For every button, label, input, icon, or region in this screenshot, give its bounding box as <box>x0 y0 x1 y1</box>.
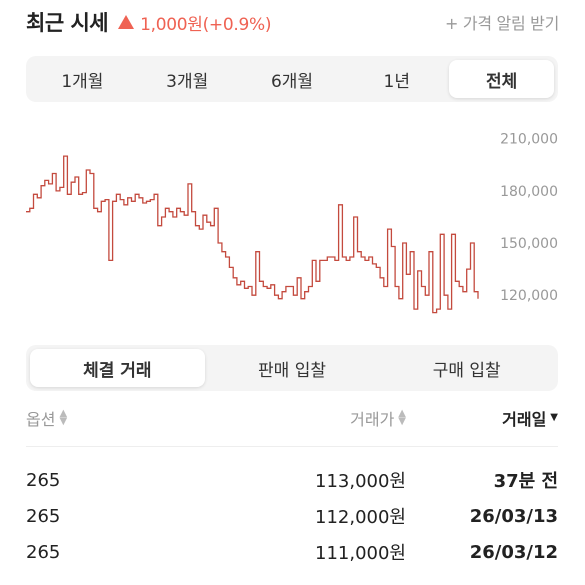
sort-icon: ▲ ▼ <box>59 408 68 427</box>
period-tab-1y[interactable]: 1년 <box>344 60 449 98</box>
cell-price: 111,000원 <box>315 543 406 564</box>
table-header: 옵션 ▲ ▼ 거래가 ▲ ▼ 거래일 ▼ <box>26 400 558 436</box>
price-series-line <box>26 155 479 314</box>
tab-sell-bids[interactable]: 판매 입찰 <box>205 349 380 387</box>
column-label-price: 거래가 <box>350 410 395 429</box>
divider <box>26 446 558 447</box>
section-title: 최근 시세 <box>26 11 109 35</box>
y-tick-label: 150,000 <box>500 236 558 252</box>
trade-list: 265 113,000원 37분 전 265 112,000원 26/03/13… <box>26 462 558 570</box>
y-tick-label: 210,000 <box>500 132 558 148</box>
price-alert-button[interactable]: + 가격 알림 받기 <box>445 10 559 34</box>
price-chart: 210,000 180,000 150,000 120,000 <box>26 132 558 314</box>
price-change: 1,000원(+0.9%) <box>140 14 272 35</box>
cell-option: 265 <box>26 541 61 563</box>
column-label-date: 거래일 <box>502 410 547 429</box>
cell-price: 112,000원 <box>315 507 406 528</box>
period-tab-3m[interactable]: 3개월 <box>135 60 240 98</box>
table-row: 265 112,000원 26/03/13 <box>26 498 558 534</box>
tab-completed-trades[interactable]: 체결 거래 <box>30 349 205 387</box>
price-header: 최근 시세 1,000원(+0.9%) + 가격 알림 받기 <box>26 6 559 38</box>
cell-date: 26/03/13 <box>469 505 558 527</box>
cell-price: 113,000원 <box>315 471 406 492</box>
up-triangle-icon <box>118 15 135 29</box>
sort-icon: ▲ ▼ <box>398 408 406 427</box>
column-label-option: 옵션 <box>26 410 56 429</box>
sort-desc-icon: ▼ <box>550 412 558 423</box>
cell-option: 265 <box>26 469 61 491</box>
period-tab-1m[interactable]: 1개월 <box>30 60 135 98</box>
y-tick-label: 180,000 <box>500 184 558 200</box>
table-row: 265 111,000원 26/03/12 <box>26 534 558 570</box>
column-header-date[interactable]: 거래일 ▼ <box>406 406 558 430</box>
cell-option: 265 <box>26 505 61 527</box>
cell-date: 26/03/12 <box>469 541 558 563</box>
period-tab-all[interactable]: 전체 <box>449 60 554 98</box>
period-tab-6m[interactable]: 6개월 <box>240 60 345 98</box>
table-row: 265 113,000원 37분 전 <box>26 462 558 498</box>
tab-buy-bids[interactable]: 구매 입찰 <box>379 349 554 387</box>
period-selector: 1개월 3개월 6개월 1년 전체 <box>26 56 558 102</box>
trade-type-tabs: 체결 거래 판매 입찰 구매 입찰 <box>26 345 558 391</box>
cell-date: 37분 전 <box>493 471 558 492</box>
column-header-price[interactable]: 거래가 ▲ ▼ <box>146 406 406 430</box>
column-header-option[interactable]: 옵션 ▲ ▼ <box>26 406 146 430</box>
y-tick-label: 120,000 <box>500 288 558 304</box>
